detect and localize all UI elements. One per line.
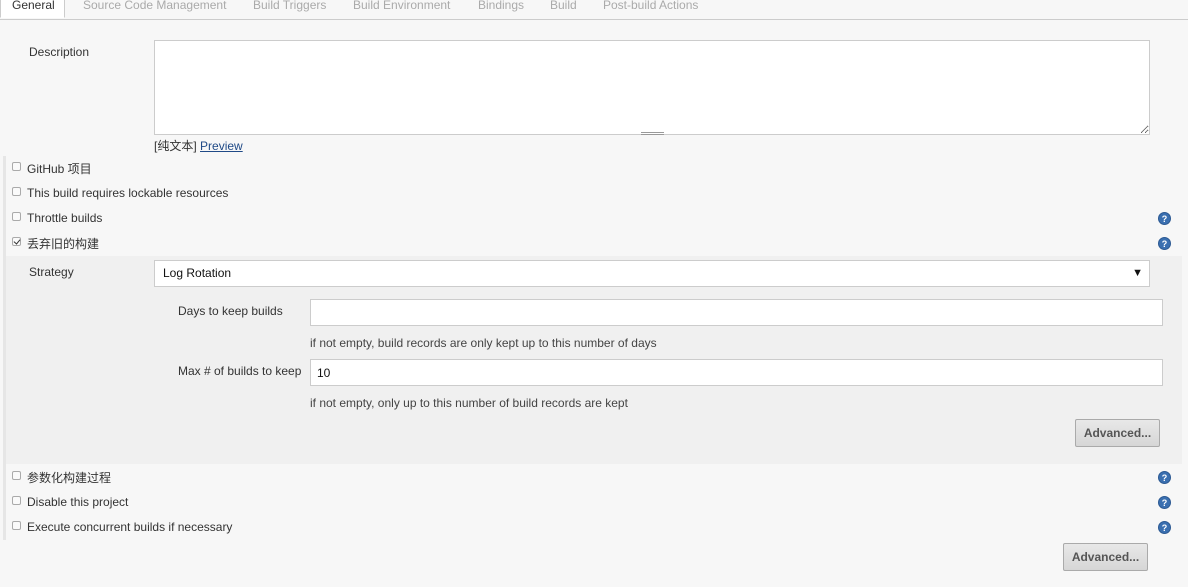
option-lockable-resources[interactable]: This build requires lockable resources bbox=[12, 185, 228, 201]
option-throttle-builds[interactable]: Throttle builds bbox=[12, 210, 102, 226]
tab-build-triggers[interactable]: Build Triggers bbox=[253, 0, 326, 19]
option-github-project[interactable]: GitHub 项目 bbox=[12, 160, 92, 176]
option-discard-old-builds[interactable]: 丢弃旧的构建 bbox=[12, 235, 99, 251]
lockable-resources-label: This build requires lockable resources bbox=[27, 186, 229, 200]
throttle-builds-checkbox[interactable] bbox=[12, 211, 21, 221]
option-parameterized-build[interactable]: 参数化构建过程 bbox=[12, 469, 111, 485]
preview-link[interactable]: Preview bbox=[200, 139, 243, 153]
concurrent-builds-checkbox[interactable] bbox=[12, 520, 21, 530]
github-project-label: GitHub 项目 bbox=[27, 161, 92, 176]
tab-post-build-actions[interactable]: Post-build Actions bbox=[603, 0, 698, 19]
disable-project-label: Disable this project bbox=[27, 495, 129, 509]
tab-bar: General Source Code Management Build Tri… bbox=[0, 0, 1188, 20]
days-to-keep-label: Days to keep builds bbox=[178, 304, 283, 318]
parameterized-build-checkbox[interactable] bbox=[12, 470, 21, 480]
option-disable-project[interactable]: Disable this project bbox=[12, 494, 128, 510]
strategy-select[interactable]: Log Rotation ▼ bbox=[154, 260, 1150, 287]
strategy-advanced-button[interactable]: Advanced... bbox=[1075, 419, 1160, 447]
help-icon[interactable]: ? bbox=[1158, 496, 1171, 509]
description-format-row: [纯文本] Preview bbox=[154, 137, 243, 154]
resize-grip[interactable] bbox=[641, 132, 664, 135]
days-to-keep-hint: if not empty, build records are only kep… bbox=[310, 336, 657, 350]
description-label: Description bbox=[29, 45, 90, 59]
strategy-label: Strategy bbox=[29, 265, 74, 279]
tab-build[interactable]: Build bbox=[550, 0, 577, 19]
discard-old-builds-label: 丢弃旧的构建 bbox=[27, 236, 100, 251]
lockable-resources-checkbox[interactable] bbox=[12, 186, 21, 196]
format-label: [纯文本] bbox=[154, 139, 197, 153]
days-to-keep-input[interactable] bbox=[310, 299, 1163, 326]
disable-project-checkbox[interactable] bbox=[12, 495, 21, 505]
help-icon[interactable]: ? bbox=[1158, 521, 1171, 534]
tab-source-code-management[interactable]: Source Code Management bbox=[83, 0, 226, 19]
option-concurrent-builds[interactable]: Execute concurrent builds if necessary bbox=[12, 519, 232, 535]
max-builds-hint: if not empty, only up to this number of … bbox=[310, 396, 628, 410]
chevron-down-icon: ▼ bbox=[1132, 267, 1143, 279]
description-textarea[interactable] bbox=[154, 40, 1150, 135]
max-builds-label: Max # of builds to keep bbox=[178, 364, 302, 378]
strategy-selected-value: Log Rotation bbox=[163, 266, 232, 280]
help-icon[interactable]: ? bbox=[1158, 237, 1171, 250]
parameterized-build-label: 参数化构建过程 bbox=[27, 470, 112, 485]
general-advanced-button[interactable]: Advanced... bbox=[1063, 543, 1148, 571]
tab-build-environment[interactable]: Build Environment bbox=[353, 0, 450, 19]
help-icon[interactable]: ? bbox=[1158, 471, 1171, 484]
tab-general[interactable]: General bbox=[0, 0, 65, 18]
discard-old-builds-checkbox[interactable] bbox=[12, 236, 21, 246]
tab-bindings[interactable]: Bindings bbox=[478, 0, 524, 19]
github-project-checkbox[interactable] bbox=[12, 161, 21, 171]
help-icon[interactable]: ? bbox=[1158, 212, 1171, 225]
max-builds-input[interactable] bbox=[310, 359, 1163, 386]
concurrent-builds-label: Execute concurrent builds if necessary bbox=[27, 520, 233, 534]
throttle-builds-label: Throttle builds bbox=[27, 211, 103, 225]
